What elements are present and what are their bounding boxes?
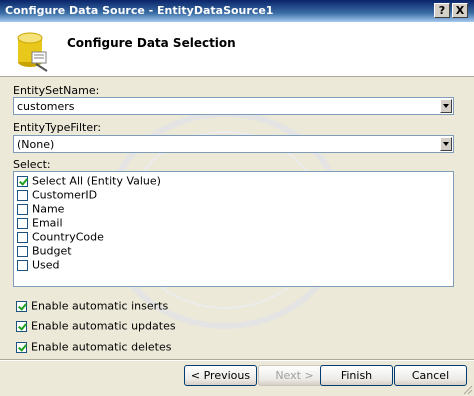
list-item[interactable]: Email — [17, 216, 63, 230]
previous-button[interactable]: < Previous — [184, 365, 257, 386]
help-button[interactable]: ? — [434, 3, 450, 18]
checkbox[interactable] — [17, 203, 28, 215]
title-bar: Configure Data Source - EntityDataSource… — [0, 0, 474, 22]
list-item-label: Budget — [32, 244, 72, 258]
entity-type-value: (None) — [17, 138, 55, 151]
checkbox[interactable] — [17, 231, 28, 243]
resize-grip-icon[interactable] — [461, 383, 473, 395]
enable-updates-label: Enable automatic updates — [31, 319, 176, 333]
enable-deletes-label: Enable automatic deletes — [31, 340, 172, 354]
enable-updates-checkbox[interactable] — [16, 320, 27, 332]
select-listbox[interactable]: Select All (Entity Value) CustomerID Nam… — [13, 171, 454, 287]
list-item-label: Name — [32, 202, 65, 216]
wizard-title: Configure Data Selection — [67, 36, 236, 50]
wizard-header: Configure Data Selection — [0, 22, 474, 77]
chevron-down-icon[interactable] — [440, 137, 452, 151]
enable-inserts-option[interactable]: Enable automatic inserts — [16, 299, 168, 313]
list-item[interactable]: CustomerID — [17, 188, 97, 202]
database-wizard-icon — [17, 32, 48, 72]
list-item-label: Email — [32, 216, 63, 230]
list-item-label: Used — [32, 258, 60, 272]
checkbox[interactable] — [17, 175, 28, 187]
checkbox[interactable] — [17, 189, 28, 201]
entity-type-dropdown[interactable]: (None) — [13, 135, 454, 153]
chevron-down-icon[interactable] — [440, 99, 452, 113]
list-item[interactable]: CountryCode — [17, 230, 104, 244]
window-title: Configure Data Source - EntityDataSource… — [5, 4, 274, 17]
list-item[interactable]: Name — [17, 202, 64, 216]
entity-set-label: EntitySetName: — [13, 84, 100, 97]
enable-deletes-checkbox[interactable] — [16, 341, 27, 353]
entity-set-value: customers — [17, 100, 75, 113]
list-item[interactable]: Budget — [17, 244, 72, 258]
select-label: Select: — [13, 158, 51, 171]
list-item[interactable]: Select All (Entity Value) — [17, 174, 161, 188]
close-button[interactable]: X — [452, 3, 468, 18]
entity-type-label: EntityTypeFilter: — [13, 121, 102, 134]
list-item-label: CountryCode — [32, 230, 104, 244]
cancel-button[interactable]: Cancel — [394, 365, 467, 386]
list-item-label: CustomerID — [32, 188, 98, 202]
enable-inserts-label: Enable automatic inserts — [31, 299, 169, 313]
finish-button[interactable]: Finish — [320, 365, 393, 386]
checkbox[interactable] — [17, 245, 28, 257]
checkbox[interactable] — [17, 217, 28, 229]
list-item-label: Select All (Entity Value) — [32, 174, 161, 188]
enable-deletes-option[interactable]: Enable automatic deletes — [16, 340, 171, 354]
checkbox[interactable] — [17, 259, 28, 271]
list-item[interactable]: Used — [17, 258, 60, 272]
entity-set-dropdown[interactable]: customers — [13, 97, 454, 115]
footer-separator — [0, 359, 474, 361]
enable-updates-option[interactable]: Enable automatic updates — [16, 319, 176, 333]
enable-inserts-checkbox[interactable] — [16, 300, 27, 312]
